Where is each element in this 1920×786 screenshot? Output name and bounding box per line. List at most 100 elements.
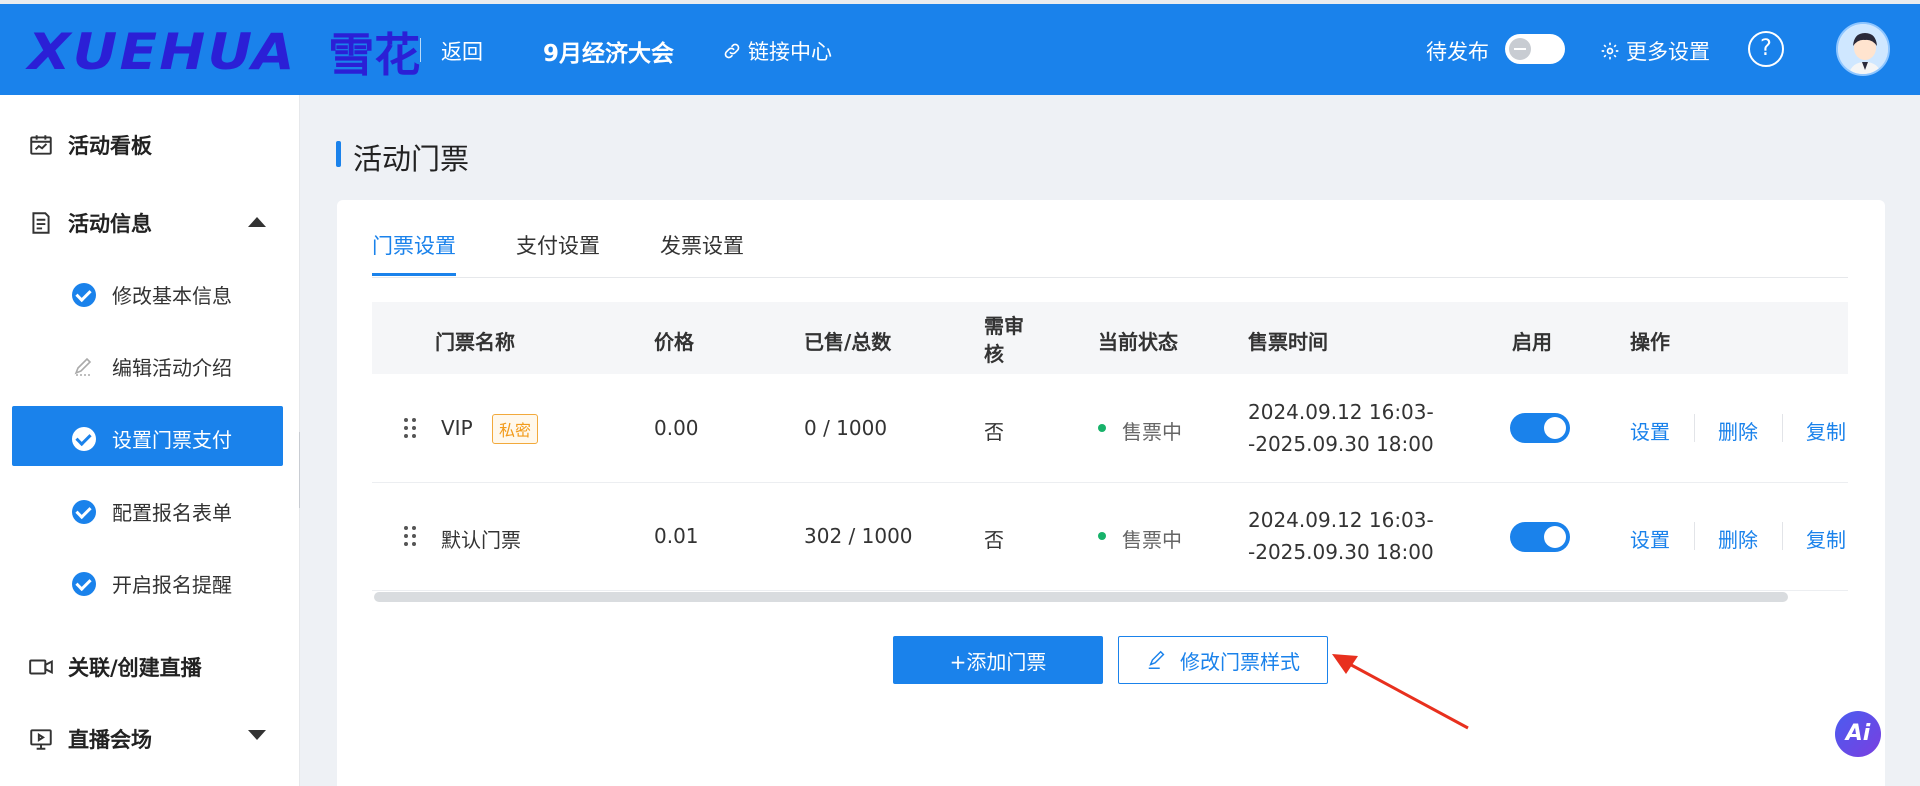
- col-price: 价格: [654, 330, 694, 354]
- ticket-needs-review: 否: [984, 528, 1004, 552]
- ticket-delete-link[interactable]: 删除: [1718, 416, 1758, 445]
- col-sale-time: 售票时间: [1248, 330, 1328, 354]
- col-needs-review: 需审核: [984, 314, 1024, 366]
- tab-invoice-settings[interactable]: 发票设置: [660, 230, 744, 260]
- annotation-arrow-icon: [1332, 654, 1469, 730]
- status-dot: [1098, 424, 1106, 432]
- ticket-sold-total: 0 / 1000: [804, 416, 888, 440]
- sidebar-item-label: 直播会场: [68, 728, 152, 752]
- more-settings-label: 更多设置: [1626, 40, 1710, 64]
- tab-payment-settings[interactable]: 支付设置: [516, 230, 600, 260]
- ticket-time-start: 2024.09.12 16:03-: [1248, 508, 1434, 532]
- edit-pencil-icon: [1148, 650, 1165, 669]
- edit-pencil-icon: [74, 357, 92, 376]
- sidebar-item-label: 活动看板: [68, 134, 152, 158]
- ticket-name: 默认门票: [441, 528, 521, 552]
- toggle-knob: [1544, 417, 1566, 439]
- dashboard-icon: [30, 135, 52, 155]
- check-circle-icon: [72, 426, 96, 451]
- publish-toggle[interactable]: [1505, 34, 1565, 64]
- sidebar-sub-label: 修改基本信息: [112, 284, 232, 308]
- ticket-time-start: 2024.09.12 16:03-: [1248, 400, 1434, 424]
- sidebar-sub-label: 编辑活动介绍: [112, 356, 232, 380]
- action-divider: [1782, 522, 1783, 550]
- ticket-enable-toggle[interactable]: [1510, 522, 1570, 552]
- col-ticket-name: 门票名称: [435, 330, 515, 354]
- ticket-name: VIP: [441, 416, 473, 440]
- action-divider: [1694, 522, 1695, 550]
- sidebar-sub-label: 设置门票支付: [112, 428, 232, 452]
- add-ticket-label: +添加门票: [949, 649, 1047, 674]
- ai-assistant-button[interactable]: Ai: [1835, 711, 1881, 757]
- table-horizontal-scrollbar[interactable]: [374, 592, 1788, 602]
- ticket-enable-toggle[interactable]: [1510, 413, 1570, 443]
- check-circle-icon: [72, 571, 96, 596]
- expand-arrow-icon[interactable]: [248, 730, 266, 740]
- col-actions: 操作: [1630, 330, 1670, 354]
- ticket-status: 售票中: [1122, 528, 1182, 552]
- video-icon: [29, 659, 53, 675]
- link-center-button[interactable]: 链接中心: [722, 36, 832, 66]
- private-badge: 私密: [492, 414, 539, 444]
- event-title: 9月经济大会: [543, 41, 675, 67]
- col-current-status: 当前状态: [1098, 330, 1178, 354]
- title-accent-bar: [336, 141, 341, 167]
- action-divider: [1782, 414, 1783, 442]
- sidebar-item-dashboard[interactable]: 活动看板: [28, 130, 152, 160]
- pending-publish-label: 待发布: [1426, 40, 1489, 64]
- ticket-price: 0.01: [654, 524, 699, 548]
- row-divider: [372, 590, 1848, 591]
- status-dot: [1098, 532, 1106, 540]
- sidebar-sub-label: 配置报名表单: [112, 501, 232, 525]
- sidebar-sub-label: 开启报名提醒: [112, 573, 232, 597]
- ticket-settings-card: [337, 200, 1885, 786]
- edit-ticket-style-label: 修改门票样式: [1180, 649, 1300, 674]
- ticket-copy-link[interactable]: 复制: [1806, 416, 1846, 445]
- tab-ticket-settings[interactable]: 门票设置: [372, 230, 456, 260]
- document-icon: [32, 212, 50, 234]
- xuehua-logo[interactable]: XUEHUA 雪花: [28, 23, 420, 82]
- logo-latin-text: XUEHUA: [28, 23, 297, 81]
- row-divider: [372, 482, 1848, 483]
- sidebar-item-event-info[interactable]: 活动信息: [28, 208, 152, 238]
- ticket-price: 0.00: [654, 416, 699, 440]
- toggle-knob: [1544, 526, 1566, 548]
- avatar[interactable]: [1836, 22, 1890, 76]
- check-circle-icon: [72, 499, 96, 524]
- ticket-copy-link[interactable]: 复制: [1806, 524, 1846, 553]
- ticket-delete-link[interactable]: 删除: [1718, 524, 1758, 553]
- page-title: 活动门票: [353, 142, 470, 176]
- more-settings-button[interactable]: 更多设置: [1600, 36, 1710, 66]
- help-icon[interactable]: ?: [1748, 31, 1784, 67]
- sidebar-sub-registration-reminder[interactable]: 开启报名提醒: [72, 569, 232, 598]
- screen-icon: [30, 729, 52, 750]
- ticket-needs-review: 否: [984, 420, 1004, 444]
- check-circle-icon: [72, 282, 96, 307]
- sidebar-item-label: 活动信息: [68, 212, 152, 236]
- add-ticket-button[interactable]: +添加门票: [893, 636, 1103, 684]
- collapse-arrow-icon[interactable]: [248, 217, 266, 227]
- gear-icon: [1601, 42, 1619, 60]
- col-enabled: 启用: [1512, 330, 1552, 354]
- active-tab-indicator: [372, 273, 456, 276]
- logo-chinese-text: 雪花: [328, 28, 421, 82]
- sidebar-sub-edit-intro[interactable]: 编辑活动介绍: [72, 352, 232, 381]
- link-center-label: 链接中心: [748, 40, 832, 64]
- drag-handle-icon[interactable]: [404, 418, 416, 438]
- col-sold-total: 已售/总数: [804, 330, 892, 354]
- back-link[interactable]: 返回: [441, 36, 483, 66]
- sidebar-sub-ticket-payment[interactable]: 设置门票支付: [72, 424, 232, 453]
- sidebar-sub-basic-info[interactable]: 修改基本信息: [72, 280, 232, 309]
- ticket-settings-link[interactable]: 设置: [1630, 524, 1670, 553]
- ticket-time-end: -2025.09.30 18:00: [1248, 540, 1434, 564]
- sidebar-item-live[interactable]: 关联/创建直播: [28, 652, 202, 682]
- tabs-divider: [372, 277, 1848, 278]
- ticket-settings-link[interactable]: 设置: [1630, 416, 1670, 445]
- edit-ticket-style-button[interactable]: 修改门票样式: [1118, 636, 1328, 684]
- drag-handle-icon[interactable]: [404, 526, 416, 546]
- ticket-sold-total: 302 / 1000: [804, 524, 913, 548]
- sidebar-item-live-venue[interactable]: 直播会场: [28, 724, 152, 754]
- toggle-knob: [1509, 38, 1531, 60]
- sidebar-sub-registration-form[interactable]: 配置报名表单: [72, 497, 232, 526]
- action-divider: [1694, 414, 1695, 442]
